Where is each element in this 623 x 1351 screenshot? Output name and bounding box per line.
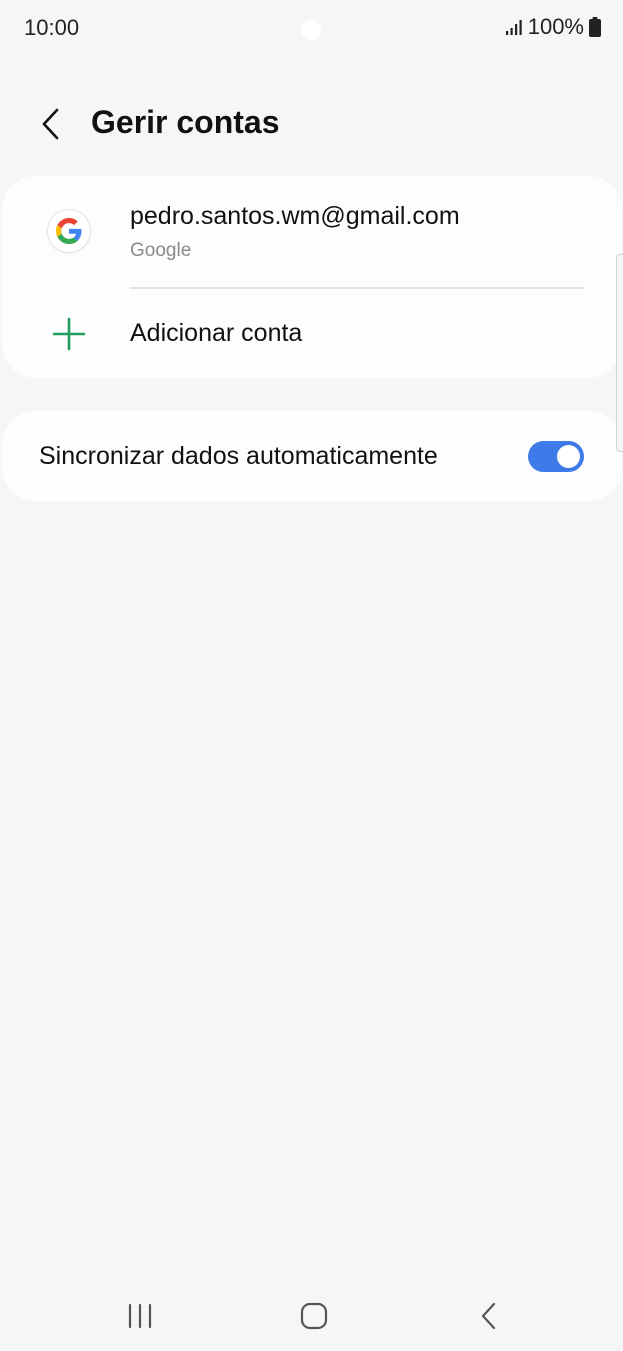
status-bar: 10:00 100%	[0, 0, 623, 58]
navigation-bar	[0, 1280, 623, 1351]
scroll-indicator[interactable]	[616, 254, 623, 452]
chevron-left-icon	[42, 108, 59, 140]
google-g-icon	[48, 210, 90, 252]
add-account-label: Adicionar conta	[130, 319, 303, 347]
recent-apps-icon	[128, 1303, 152, 1329]
page-title: Gerir contas	[91, 104, 280, 140]
plus-icon	[52, 317, 86, 351]
recent-apps-button[interactable]	[116, 1298, 164, 1334]
add-account-button[interactable]: Adicionar conta	[2, 289, 622, 378]
signal-icon	[505, 20, 522, 35]
toggle-knob	[557, 445, 580, 468]
nav-back-button[interactable]	[465, 1298, 513, 1334]
status-icons: 100%	[505, 14, 601, 40]
auto-sync-toggle[interactable]	[528, 441, 584, 472]
accounts-card: pedro.santos.wm@gmail.com Google Adicion…	[2, 176, 622, 378]
auto-sync-row[interactable]: Sincronizar dados automaticamente	[2, 411, 622, 501]
account-type: Google	[130, 240, 192, 261]
account-email: pedro.santos.wm@gmail.com	[130, 202, 460, 230]
back-button[interactable]	[28, 102, 72, 146]
account-row-google[interactable]: pedro.santos.wm@gmail.com Google	[2, 176, 622, 288]
home-button[interactable]	[290, 1298, 338, 1334]
battery-icon	[589, 17, 601, 37]
status-time: 10:00	[24, 15, 80, 40]
home-icon	[300, 1302, 328, 1330]
front-camera	[301, 20, 321, 40]
back-icon	[481, 1302, 496, 1330]
auto-sync-label: Sincronizar dados automaticamente	[39, 442, 438, 470]
battery-percent: 100%	[527, 14, 584, 39]
app-header: Gerir contas	[0, 90, 623, 156]
